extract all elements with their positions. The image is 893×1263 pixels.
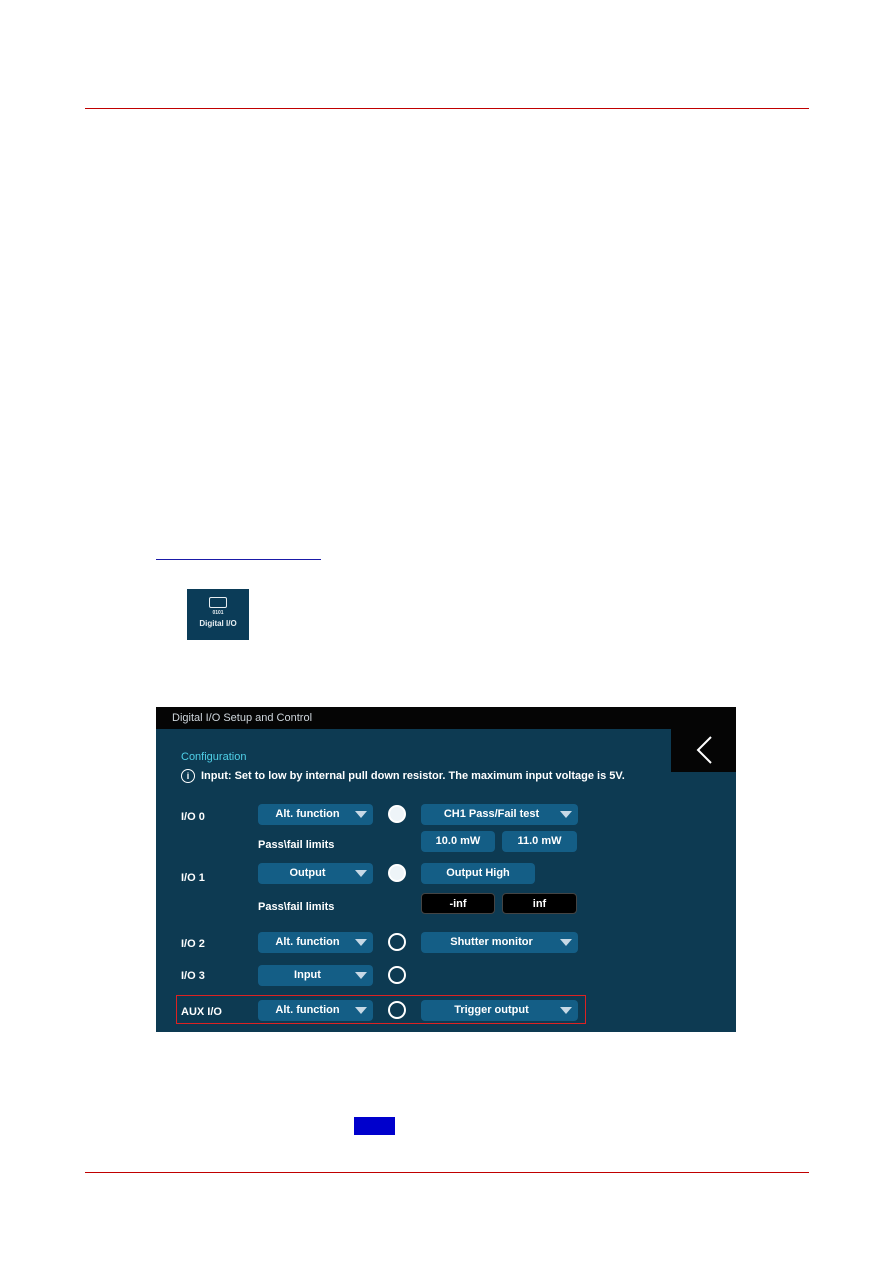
info-icon: i (181, 769, 195, 783)
output-high-button[interactable]: Output High (421, 863, 535, 884)
screen-title: Digital I/O Setup and Control (156, 707, 736, 729)
dropdown-arrow-icon (560, 939, 572, 946)
blue-marker (354, 1117, 395, 1135)
function-dropdown-io2[interactable]: Shutter monitor (421, 932, 578, 953)
dropdown-value: Shutter monitor (450, 936, 533, 948)
aux-highlight-box (176, 995, 586, 1024)
mode-dropdown-io1[interactable]: Output (258, 863, 373, 884)
dropdown-value: Input (294, 969, 321, 981)
state-indicator-io0 (388, 805, 406, 823)
dropdown-arrow-icon (355, 811, 367, 818)
dropdown-arrow-icon (355, 870, 367, 877)
dropdown-value: CH1 Pass/Fail test (443, 808, 540, 820)
tile-bits: 0101 (212, 610, 224, 616)
info-message: i Input: Set to low by internal pull down… (181, 769, 625, 783)
digital-io-icon (209, 597, 227, 608)
tile-label: Digital I/O (199, 619, 237, 628)
row-label-io3: I/O 3 (181, 970, 205, 982)
row-label-io2: I/O 2 (181, 938, 205, 950)
lower-limit-io1[interactable]: -inf (421, 893, 495, 914)
dropdown-value: Alt. function (275, 936, 340, 948)
mode-dropdown-io2[interactable]: Alt. function (258, 932, 373, 953)
upper-limit-io0[interactable]: 11.0 mW (502, 831, 577, 852)
footer-rule (85, 1172, 809, 1173)
dropdown-arrow-icon (355, 939, 367, 946)
chevron-left-icon (696, 736, 712, 764)
dropdown-arrow-icon (355, 972, 367, 979)
mode-dropdown-io0[interactable]: Alt. function (258, 804, 373, 825)
state-indicator-io2 (388, 933, 406, 951)
digital-io-tile[interactable]: 0101 Digital I/O (187, 589, 249, 640)
state-indicator-io3 (388, 966, 406, 984)
section-title: Configuration (181, 751, 247, 763)
digital-io-screenshot: Digital I/O Setup and Control Configurat… (156, 707, 736, 1032)
back-button[interactable] (671, 729, 736, 772)
row-label-io1: I/O 1 (181, 872, 205, 884)
header-rule (85, 108, 809, 109)
dropdown-value: Alt. function (275, 808, 340, 820)
row-label-io0: I/O 0 (181, 811, 205, 823)
lower-limit-io0[interactable]: 10.0 mW (421, 831, 495, 852)
dropdown-arrow-icon (560, 811, 572, 818)
function-dropdown-io0[interactable]: CH1 Pass/Fail test (421, 804, 578, 825)
state-indicator-io1 (388, 864, 406, 882)
info-text: Input: Set to low by internal pull down … (201, 769, 625, 782)
mode-dropdown-io3[interactable]: Input (258, 965, 373, 986)
hyperlink-underline[interactable] (156, 559, 321, 560)
upper-limit-io1[interactable]: inf (502, 893, 577, 914)
dropdown-value: Output (289, 867, 326, 879)
pass-fail-label-io0: Pass\fail limits (258, 839, 335, 851)
pass-fail-label-io1: Pass\fail limits (258, 901, 335, 913)
document-page: 0101 Digital I/O Digital I/O Setup and C… (0, 0, 893, 1263)
